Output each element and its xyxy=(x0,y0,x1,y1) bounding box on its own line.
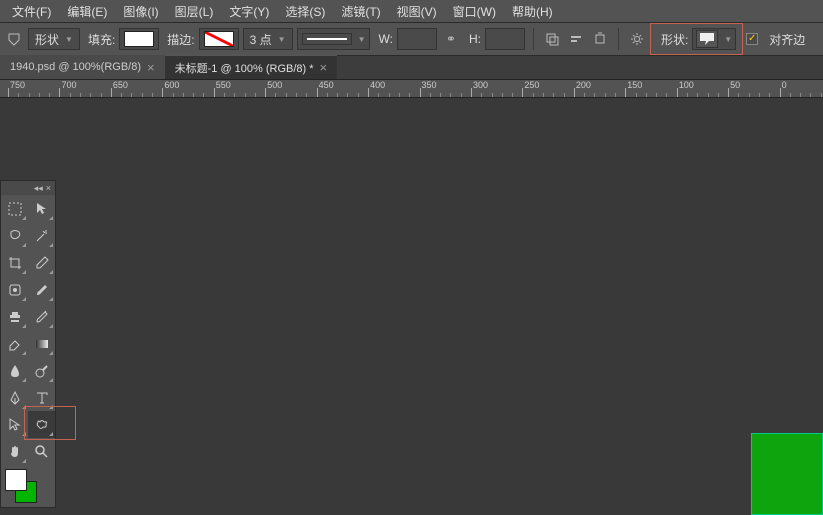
tab-doc-1[interactable]: 1940.psd @ 100%(RGB/8) × xyxy=(0,55,165,79)
hand-tool[interactable] xyxy=(1,438,28,465)
canvas[interactable] xyxy=(0,98,823,515)
separator xyxy=(533,28,534,50)
link-icon[interactable]: ⚭ xyxy=(441,29,461,49)
height-input[interactable] xyxy=(485,28,525,50)
separator xyxy=(618,28,619,50)
menu-image[interactable]: 图像(I) xyxy=(115,0,166,23)
zoom-tool[interactable] xyxy=(28,438,55,465)
custom-shape-picker[interactable]: ▼ xyxy=(692,28,736,50)
custom-shape-label: 形状: xyxy=(661,31,688,48)
align-edges-checkbox[interactable]: ✓ xyxy=(746,33,758,45)
dodge-tool[interactable] xyxy=(28,357,55,384)
fill-label: 填充: xyxy=(88,31,115,48)
gear-icon[interactable] xyxy=(627,29,647,49)
lasso-tool[interactable] xyxy=(1,222,28,249)
foreground-color[interactable] xyxy=(5,469,27,491)
menu-view[interactable]: 视图(V) xyxy=(389,0,445,23)
crop-tool[interactable] xyxy=(1,249,28,276)
menu-select[interactable]: 选择(S) xyxy=(277,0,333,23)
move-tool[interactable] xyxy=(28,195,55,222)
close-icon[interactable]: × xyxy=(320,60,328,75)
path-ops-icon[interactable] xyxy=(542,29,562,49)
canvas-object[interactable] xyxy=(751,433,823,515)
menu-file[interactable]: 文件(F) xyxy=(4,0,59,23)
close-icon[interactable]: × xyxy=(46,183,51,193)
shape-mode-dropdown[interactable]: 形状 ▼ xyxy=(28,28,80,50)
stroke-swatch[interactable] xyxy=(199,28,239,50)
stroke-style-preview xyxy=(302,33,352,45)
tab-title: 1940.psd @ 100%(RGB/8) xyxy=(10,61,141,73)
document-tabs: 1940.psd @ 100%(RGB/8) × 未标题-1 @ 100% (R… xyxy=(0,56,823,80)
color-swatches xyxy=(1,465,55,507)
stroke-width-field[interactable]: 3 点 ▼ xyxy=(243,28,293,50)
menu-layer[interactable]: 图层(L) xyxy=(167,0,222,23)
highlight-box: 形状: ▼ xyxy=(651,24,742,54)
pen-tool[interactable] xyxy=(1,384,28,411)
align-icon[interactable] xyxy=(566,29,586,49)
menu-edit[interactable]: 编辑(E) xyxy=(59,0,115,23)
stroke-color-swatch xyxy=(204,31,234,47)
shape-mode-label: 形状 xyxy=(35,31,59,48)
fill-swatch[interactable] xyxy=(119,28,159,50)
panel-header[interactable]: ◂◂ × xyxy=(1,181,55,195)
align-edges-label: 对齐边 xyxy=(769,31,805,48)
gradient-tool[interactable] xyxy=(28,330,55,357)
path-selection-tool[interactable] xyxy=(1,411,28,438)
menu-filter[interactable]: 滤镜(T) xyxy=(333,0,388,23)
eyedropper-tool[interactable] xyxy=(28,249,55,276)
horizontal-ruler[interactable]: 7507006506005505004504003503002502001501… xyxy=(0,80,823,98)
tool-grid xyxy=(1,195,55,465)
options-bar: 形状 ▼ 填充: 描边: 3 点 ▼ ▼ W: ⚭ H: 形状: ▼ ✓ 对齐边 xyxy=(0,22,823,56)
width-label: W: xyxy=(378,32,392,46)
blur-tool[interactable] xyxy=(1,357,28,384)
history-brush-tool[interactable] xyxy=(28,303,55,330)
stroke-width-value: 3 点 xyxy=(250,31,272,48)
tools-panel: ◂◂ × xyxy=(0,180,56,508)
menu-window[interactable]: 窗口(W) xyxy=(445,0,504,23)
tab-doc-2[interactable]: 未标题-1 @ 100% (RGB/8) * × xyxy=(165,55,338,79)
type-tool[interactable] xyxy=(28,384,55,411)
tool-preset-icon[interactable] xyxy=(4,29,24,49)
healing-brush-tool[interactable] xyxy=(1,276,28,303)
eraser-tool[interactable] xyxy=(1,330,28,357)
arrange-icon[interactable] xyxy=(590,29,610,49)
width-input[interactable] xyxy=(397,28,437,50)
menu-bar: 文件(F) 编辑(E) 图像(I) 图层(L) 文字(Y) 选择(S) 滤镜(T… xyxy=(0,0,823,22)
magic-wand-tool[interactable] xyxy=(28,222,55,249)
custom-shape-tool[interactable] xyxy=(28,411,55,438)
height-label: H: xyxy=(469,32,481,46)
menu-help[interactable]: 帮助(H) xyxy=(504,0,561,23)
custom-shape-preview xyxy=(696,30,718,48)
menu-type[interactable]: 文字(Y) xyxy=(221,0,277,23)
chevron-down-icon: ▼ xyxy=(358,35,366,44)
brush-tool[interactable] xyxy=(28,276,55,303)
stroke-label: 描边: xyxy=(167,31,194,48)
stroke-style-dropdown[interactable]: ▼ xyxy=(297,28,371,50)
clone-stamp-tool[interactable] xyxy=(1,303,28,330)
marquee-tool[interactable] xyxy=(1,195,28,222)
close-icon[interactable]: × xyxy=(147,60,155,75)
fill-color-swatch xyxy=(124,31,154,47)
tab-title: 未标题-1 @ 100% (RGB/8) * xyxy=(175,60,314,76)
chevron-down-icon: ▼ xyxy=(278,35,286,44)
collapse-icon[interactable]: ◂◂ xyxy=(34,183,43,194)
chevron-down-icon: ▼ xyxy=(724,35,732,44)
chevron-down-icon: ▼ xyxy=(65,35,73,44)
